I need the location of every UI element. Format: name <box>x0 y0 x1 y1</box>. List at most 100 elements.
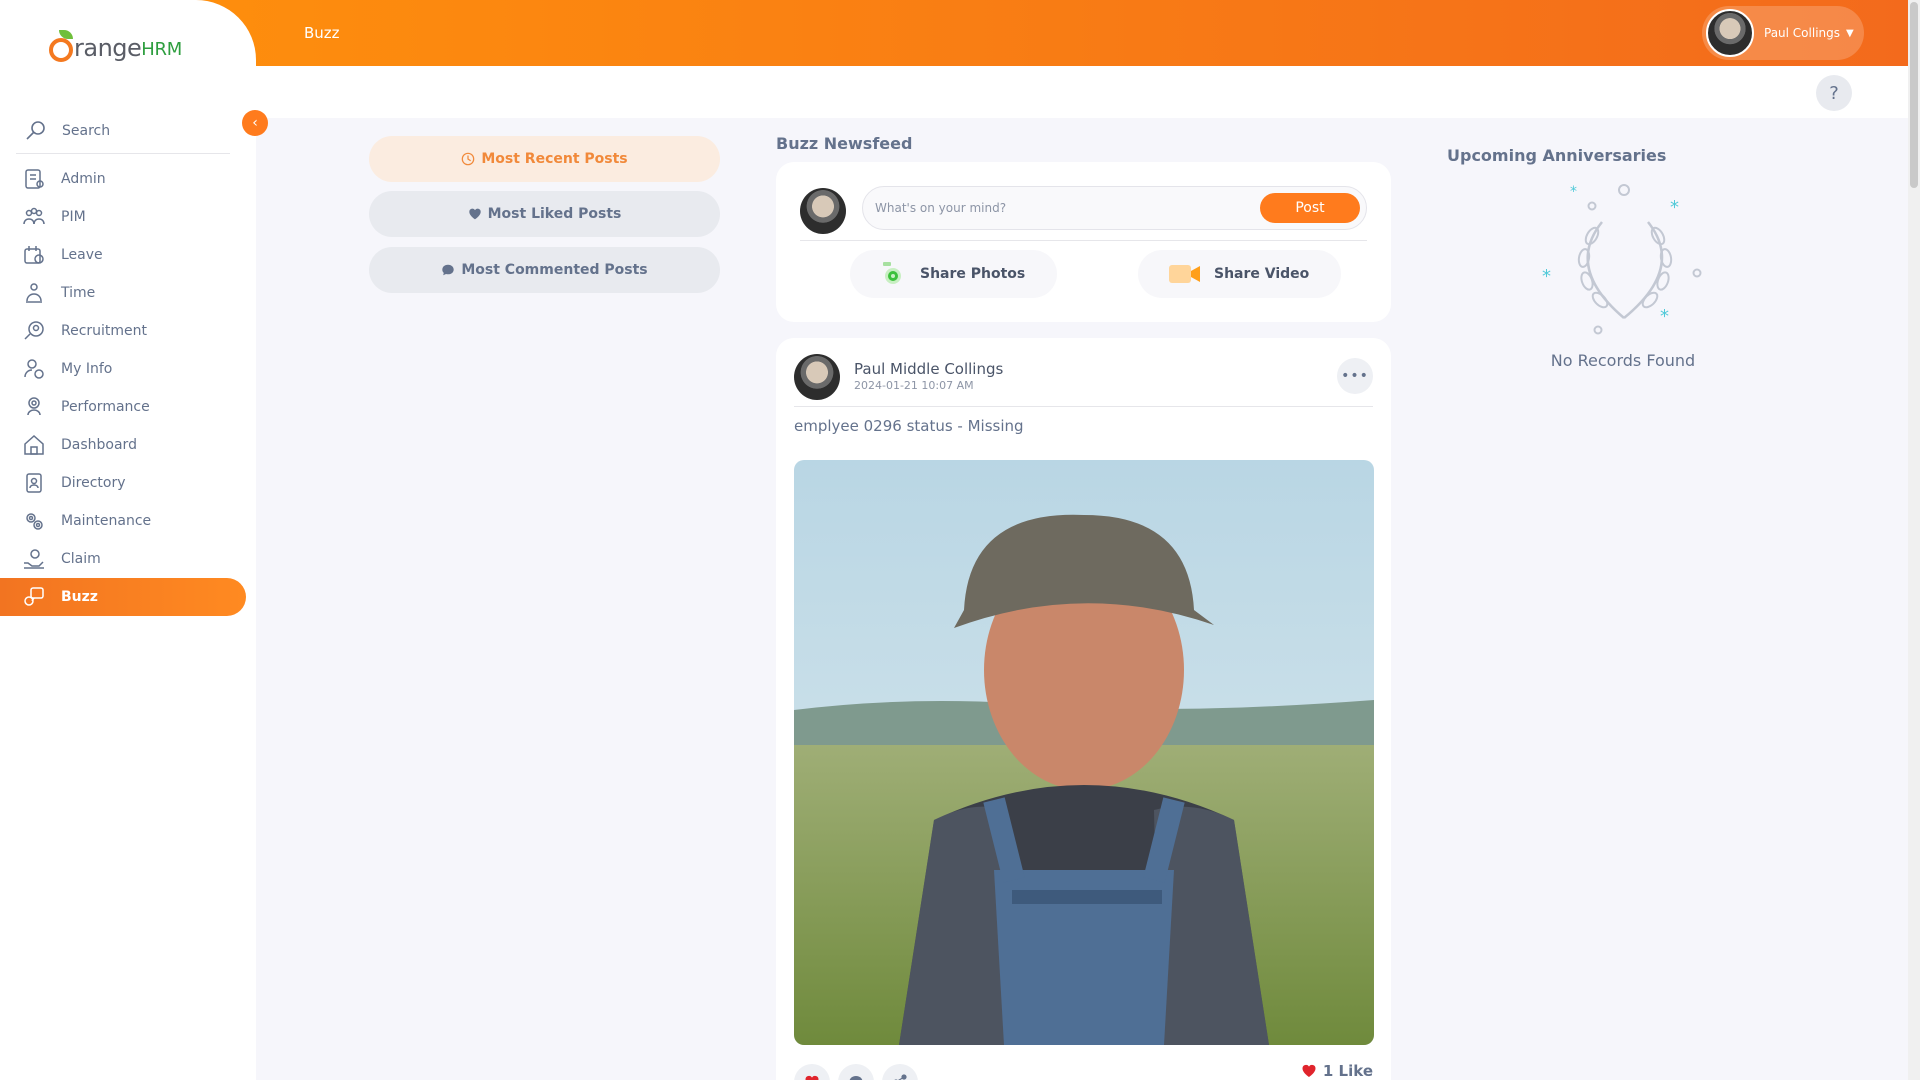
search-icon <box>26 120 45 140</box>
sidebar-item-label: Claim <box>61 551 101 567</box>
post-text: emplyee 0296 status - Missing <box>794 417 1024 435</box>
orange-icon <box>49 38 73 62</box>
sidebar-search[interactable]: Search <box>16 108 230 154</box>
heart-icon <box>805 1075 819 1080</box>
share-icon <box>894 1074 907 1080</box>
collapse-sidebar-button[interactable]: ‹ <box>242 110 268 136</box>
sidebar-item-label: My Info <box>61 361 113 377</box>
sidebar-item-leave[interactable]: Leave <box>0 236 246 274</box>
post-options-button[interactable]: ••• <box>1337 358 1373 394</box>
sub-header: ? <box>0 66 1920 118</box>
like-count[interactable]: 1 Like <box>1301 1062 1373 1080</box>
sidebar-item-pim[interactable]: PIM <box>0 198 246 236</box>
post-timestamp: 2024-01-21 10:07 AM <box>854 379 974 392</box>
claim-icon <box>24 549 44 569</box>
my-info-icon <box>24 359 44 379</box>
buzz-icon <box>24 587 44 606</box>
post-button[interactable]: Post <box>1260 193 1360 223</box>
filter-most-commented-button[interactable]: Most Commented Posts <box>369 247 720 293</box>
farmer-photo <box>794 460 1374 1045</box>
chevron-left-icon: ‹ <box>252 115 258 131</box>
newsfeed-title: Buzz Newsfeed <box>776 134 913 153</box>
sidebar-item-my-info[interactable]: My Info <box>0 350 246 388</box>
anniversaries-title: Upcoming Anniversaries <box>1447 146 1667 165</box>
laurel-wreath-icon: * * * * <box>1542 184 1702 335</box>
sidebar-item-label: Time <box>61 285 96 301</box>
post-author[interactable]: Paul Middle Collings <box>854 360 1003 378</box>
svg-text:*: * <box>1670 197 1679 218</box>
sidebar-item-performance[interactable]: Performance <box>0 388 246 426</box>
sidebar-item-label: Leave <box>61 247 103 263</box>
post-input-placeholder: What's on your mind? <box>875 201 1007 215</box>
heart-icon <box>1302 1064 1316 1077</box>
user-avatar <box>1706 9 1754 57</box>
post-actions <box>794 1064 918 1080</box>
dashboard-icon <box>24 434 44 455</box>
post-card: Paul Middle Collings 2024-01-21 10:07 AM… <box>776 338 1391 1080</box>
like-button[interactable] <box>794 1064 830 1080</box>
filter-label: Most Commented Posts <box>461 262 648 278</box>
sidebar-item-label: Admin <box>61 171 106 187</box>
maintenance-icon <box>26 513 43 530</box>
sidebar-item-label: Buzz <box>61 589 98 605</box>
recruitment-icon <box>24 321 44 340</box>
comment-button[interactable] <box>838 1064 874 1080</box>
share-photos-label: Share Photos <box>920 266 1026 282</box>
svg-text:*: * <box>1660 306 1669 327</box>
scrollbar[interactable] <box>1908 0 1920 1080</box>
sidebar-item-admin[interactable]: Admin <box>0 160 246 198</box>
sidebar-item-claim[interactable]: Claim <box>0 540 246 578</box>
share-video-button[interactable]: Share Video <box>1138 250 1342 298</box>
sidebar-item-label: Performance <box>61 399 150 415</box>
video-camera-icon <box>1169 265 1200 283</box>
scrollbar-thumb[interactable] <box>1910 2 1918 188</box>
filter-label: Most Recent Posts <box>481 151 628 167</box>
post-photo[interactable] <box>794 460 1374 1045</box>
sidebar-item-recruitment[interactable]: Recruitment <box>0 312 246 350</box>
sidebar-item-label: Dashboard <box>61 437 137 453</box>
share-video-label: Share Video <box>1214 266 1310 282</box>
clock-icon <box>462 152 475 166</box>
sidebar-item-directory[interactable]: Directory <box>0 464 246 502</box>
no-records-text: No Records Found <box>1550 351 1696 370</box>
sidebar: range HRM Search Admin PIM Leave Time Re… <box>0 0 256 1080</box>
sidebar-item-time[interactable]: Time <box>0 274 246 312</box>
admin-icon <box>25 169 44 189</box>
user-avatar <box>800 188 846 234</box>
filter-label: Most Liked Posts <box>487 206 622 222</box>
like-count-label: 1 Like <box>1322 1062 1373 1080</box>
caret-down-icon: ▼ <box>1846 27 1854 39</box>
divider <box>794 406 1373 407</box>
search-input[interactable]: Search <box>62 123 110 139</box>
user-name: Paul Collings <box>1764 26 1841 40</box>
user-dropdown[interactable]: Paul Collings ▼ <box>1702 6 1864 60</box>
filter-most-recent-button[interactable]: Most Recent Posts <box>369 136 720 182</box>
author-avatar[interactable] <box>794 354 840 400</box>
filter-most-liked-button[interactable]: Most Liked Posts <box>369 191 720 237</box>
share-button[interactable] <box>882 1064 918 1080</box>
sidebar-menu: Admin PIM Leave Time Recruitment My Info… <box>0 160 256 616</box>
top-header: Buzz Paul Collings ▼ <box>0 0 1920 66</box>
brand-text: range <box>74 34 142 62</box>
divider <box>800 240 1367 241</box>
sidebar-item-buzz[interactable]: Buzz <box>0 578 246 616</box>
brand-hrm: HRM <box>141 39 182 60</box>
help-button[interactable]: ? <box>1816 75 1852 111</box>
time-icon <box>26 283 42 303</box>
camera-icon <box>883 262 901 284</box>
sidebar-item-dashboard[interactable]: Dashboard <box>0 426 246 464</box>
sidebar-item-label: PIM <box>61 209 86 225</box>
svg-text:*: * <box>1542 266 1551 287</box>
pim-icon <box>23 207 45 225</box>
heart-icon <box>468 208 481 220</box>
svg-text:*: * <box>1570 184 1577 200</box>
post-input[interactable]: What's on your mind? Post <box>862 186 1367 230</box>
sidebar-item-label: Maintenance <box>61 513 152 529</box>
directory-icon <box>26 473 42 493</box>
post-composer: What's on your mind? Post Share Photos S… <box>776 162 1391 322</box>
sidebar-item-maintenance[interactable]: Maintenance <box>0 502 246 540</box>
share-photos-button[interactable]: Share Photos <box>850 250 1058 298</box>
brand-logo[interactable]: range HRM <box>49 30 182 62</box>
page-title: Buzz <box>304 24 340 42</box>
sidebar-item-label: Directory <box>61 475 126 491</box>
